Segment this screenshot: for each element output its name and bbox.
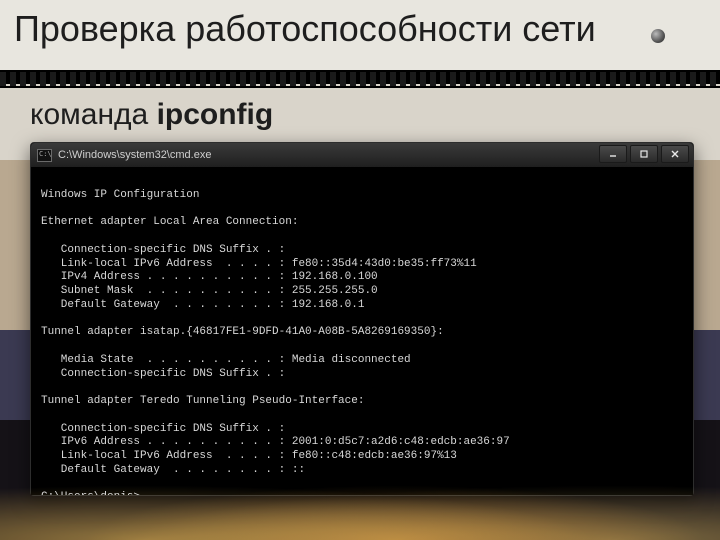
divider-strip — [0, 70, 720, 88]
minimize-button[interactable] — [599, 145, 627, 163]
minimize-icon — [608, 149, 618, 159]
slide-stage: Проверка работоспособности сети команда … — [0, 0, 720, 540]
cmd-icon — [37, 149, 52, 162]
window-title: C:\Windows\system32\cmd.exe — [58, 150, 211, 161]
corner-bullet — [651, 29, 665, 43]
maximize-button[interactable] — [630, 145, 658, 163]
close-icon — [670, 149, 680, 159]
slide-subtitle: команда ipconfig — [30, 98, 273, 132]
slide-title: Проверка работоспособности сети — [14, 8, 596, 50]
titlebar[interactable]: C:\Windows\system32\cmd.exe — [31, 143, 693, 168]
close-button[interactable] — [661, 145, 689, 163]
terminal-output[interactable]: Windows IP Configuration Ethernet adapte… — [31, 167, 693, 495]
subtitle-command: ipconfig — [157, 98, 274, 131]
window-buttons — [599, 145, 689, 163]
subtitle-prefix: команда — [30, 98, 157, 131]
maximize-icon — [639, 149, 649, 159]
cmd-window: C:\Windows\system32\cmd.exe Windows IP C… — [30, 142, 694, 496]
